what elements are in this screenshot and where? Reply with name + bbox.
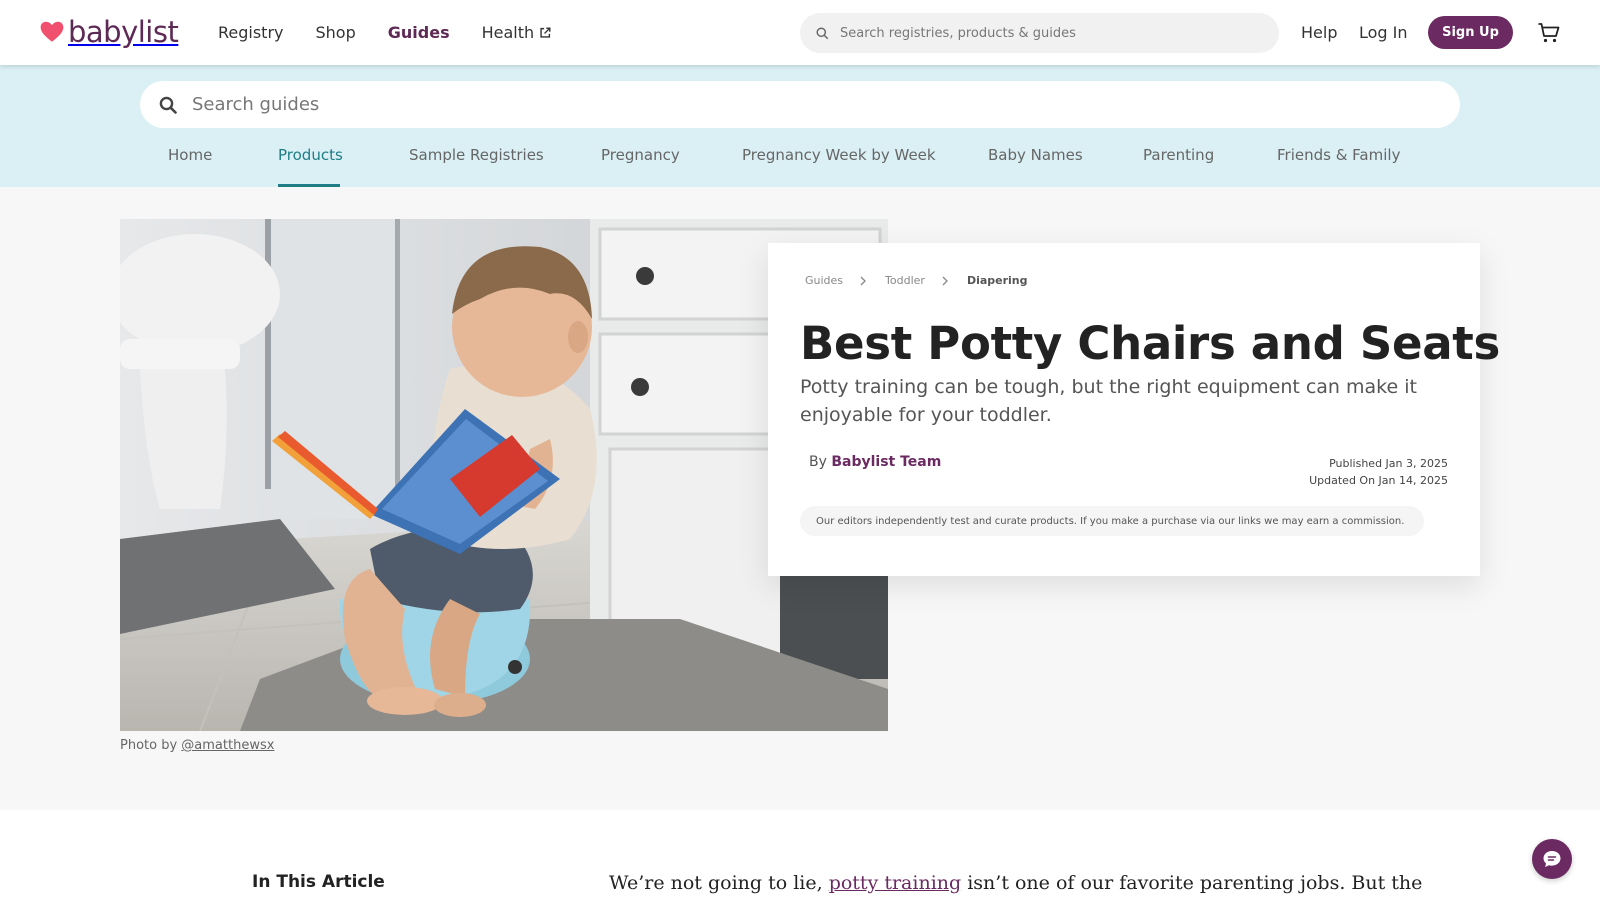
signup-button[interactable]: Sign Up [1428,16,1513,49]
intro-text-start: We’re not going to lie, [609,872,829,894]
babylist-logo[interactable]: babylist [39,14,179,50]
nav-health-label: Health [481,23,535,42]
tab-friends-family[interactable]: Friends & Family [1277,144,1400,166]
brand-name: babylist [68,15,179,49]
toc-title: In This Article [252,872,385,892]
article-dates: Published Jan 3, 2025 Updated On Jan 14,… [1309,455,1448,489]
login-link[interactable]: Log In [1359,22,1408,44]
chevron-right-icon [860,276,866,285]
updated-date: Updated On Jan 14, 2025 [1309,474,1448,487]
article-intro: We’re not going to lie, potty training i… [609,870,1422,896]
tab-pregnancy[interactable]: Pregnancy [601,144,680,166]
photo-credit-prefix: Photo by [120,738,182,753]
tab-parenting[interactable]: Parenting [1143,144,1214,166]
chat-bubble-icon [1543,851,1561,867]
chevron-right-icon [942,276,948,285]
page-title: Best Potty Chairs and Seats [800,317,1500,370]
main-nav: Registry Shop Guides Health [218,22,584,44]
byline: By Babylist Team [809,454,941,470]
nav-registry[interactable]: Registry [218,22,284,44]
site-header: babylist Registry Shop Guides Health Hel… [0,0,1600,65]
tab-products[interactable]: Products [278,144,343,166]
guides-search-input[interactable] [192,94,1392,115]
site-search[interactable] [800,13,1279,53]
nav-health[interactable]: Health [482,22,553,44]
active-tab-indicator [278,184,340,187]
tab-baby-names[interactable]: Baby Names [988,144,1083,166]
guides-subheader: Home Products Sample Registries Pregnanc… [0,65,1600,187]
author-link[interactable]: Babylist Team [831,454,941,470]
guides-category-nav: Home Products Sample Registries Pregnanc… [0,144,1600,187]
chat-button[interactable] [1532,839,1572,879]
guides-search[interactable] [140,81,1460,128]
photo-credit: Photo by @amatthewsx [120,738,274,753]
breadcrumb-diapering[interactable]: Diapering [967,274,1028,287]
help-link[interactable]: Help [1301,22,1337,44]
byline-prefix: By [809,454,827,470]
tab-home[interactable]: Home [168,144,212,166]
breadcrumb-guides[interactable]: Guides [805,274,843,287]
affiliate-disclaimer: Our editors independently test and curat… [800,506,1424,536]
search-icon [816,26,829,39]
breadcrumb-toddler[interactable]: Toddler [885,274,925,287]
breadcrumb: Guides Toddler Diapering [805,274,1028,287]
heart-logo-icon [40,21,64,42]
site-search-input[interactable] [840,25,1240,41]
published-date: Published Jan 3, 2025 [1329,457,1448,470]
photo-credit-link[interactable]: @amatthewsx [181,738,274,753]
nav-shop[interactable]: Shop [316,22,356,44]
article-header-card: Guides Toddler Diapering Best Potty Chai… [768,243,1500,576]
tab-sample-registries[interactable]: Sample Registries [409,144,544,166]
page-subtitle: Potty training can be tough, but the rig… [800,376,1417,426]
cart-icon[interactable] [1537,21,1561,45]
nav-guides[interactable]: Guides [388,22,450,44]
intro-text-end: isn’t one of our favorite parenting jobs… [961,872,1423,894]
search-icon [159,96,177,114]
external-link-icon [540,27,551,38]
potty-training-link[interactable]: potty training [829,872,961,894]
tab-pregnancy-week-by-week[interactable]: Pregnancy Week by Week [742,144,936,166]
article-body: In This Article We’re not going to lie, … [0,810,1600,900]
